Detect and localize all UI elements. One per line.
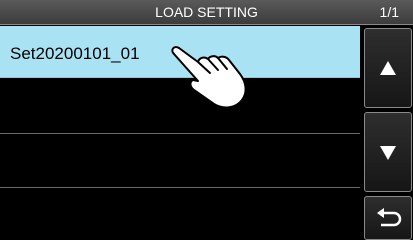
list-item[interactable] [0, 136, 360, 188]
touch-hand-icon [171, 46, 247, 109]
scroll-up-button[interactable] [364, 28, 412, 108]
return-arrow-icon [377, 208, 402, 227]
scroll-down-button[interactable] [364, 112, 412, 192]
triangle-up-icon [380, 61, 396, 75]
page-indicator: 1/1 [379, 4, 399, 20]
screen-title: LOAD SETTING [155, 4, 258, 20]
list-item-label: Set20200101_01 [10, 44, 140, 63]
back-button[interactable] [364, 196, 412, 240]
title-bar: LOAD SETTING 1/1 [0, 0, 413, 25]
list-item[interactable] [0, 190, 360, 240]
load-setting-screen: LOAD SETTING 1/1 Set20200101_01 [0, 0, 413, 240]
triangle-down-icon [380, 146, 396, 160]
